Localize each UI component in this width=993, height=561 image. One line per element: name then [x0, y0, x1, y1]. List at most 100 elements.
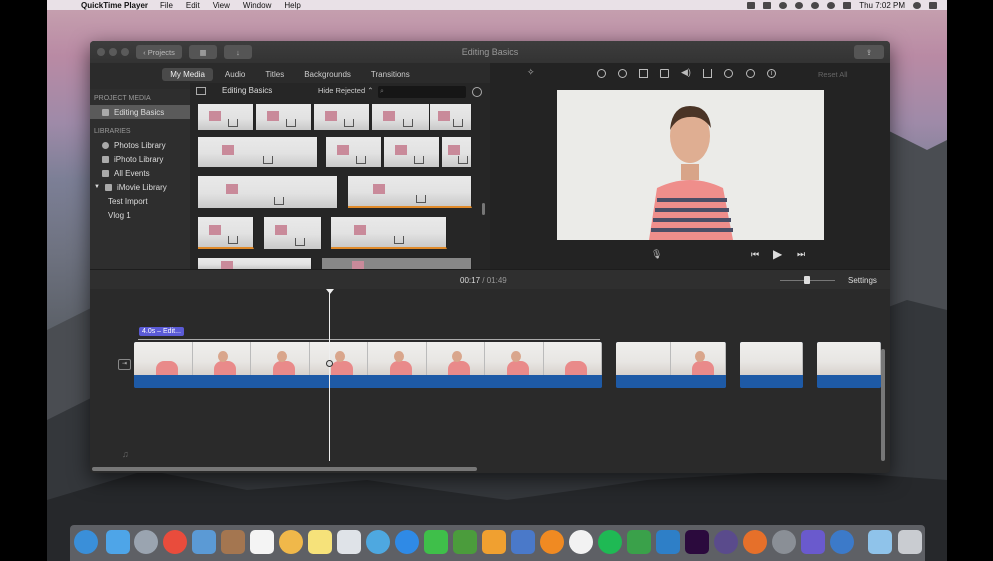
playhead[interactable]: [329, 289, 330, 461]
browser-scrollbar[interactable]: [482, 203, 485, 215]
timeline-clip[interactable]: [616, 342, 726, 388]
time-machine-icon[interactable]: [795, 1, 804, 9]
filter-dropdown[interactable]: Hide Rejected ⌃: [318, 86, 373, 95]
stabilization-icon[interactable]: [660, 69, 669, 78]
launchpad-icon[interactable]: [134, 530, 158, 554]
spotify-icon[interactable]: [598, 530, 622, 554]
timeline-clip[interactable]: [740, 342, 803, 388]
sidebar-item-editing-basics[interactable]: Editing Basics: [90, 105, 190, 119]
clip-thumbnail[interactable]: [384, 137, 440, 167]
horizontal-scrollbar[interactable]: [92, 467, 477, 471]
playhead-handle[interactable]: [326, 289, 334, 294]
info-icon[interactable]: i: [767, 69, 776, 78]
tab-my-media[interactable]: My Media: [162, 67, 213, 81]
trash-icon[interactable]: [898, 530, 922, 554]
menu-file[interactable]: File: [160, 1, 173, 10]
keynote-icon[interactable]: [511, 530, 535, 554]
video-preview[interactable]: [557, 90, 824, 240]
preview-icon[interactable]: [192, 530, 216, 554]
spotlight-search-icon[interactable]: [913, 1, 921, 9]
app-store-icon[interactable]: [395, 530, 419, 554]
clip-thumbnail[interactable]: [326, 137, 382, 167]
clip-thumbnail[interactable]: [331, 217, 447, 249]
volume-icon[interactable]: ◀): [681, 67, 691, 77]
clip-thumbnail[interactable]: [256, 104, 312, 130]
system-preferences-icon[interactable]: [772, 530, 796, 554]
firefox-icon[interactable]: [743, 530, 767, 554]
clip-thumbnail[interactable]: [348, 176, 472, 208]
play-icon[interactable]: ▶: [773, 247, 782, 261]
battery-icon[interactable]: [843, 1, 852, 9]
share-button[interactable]: ⇪: [854, 45, 884, 59]
gear-icon[interactable]: [472, 87, 482, 97]
finder-icon[interactable]: [106, 530, 130, 554]
photos-icon[interactable]: [279, 530, 303, 554]
clip-thumbnail[interactable]: [198, 104, 254, 130]
sidebar-item-vlog-1[interactable]: Vlog 1: [90, 208, 190, 222]
bluetooth-icon[interactable]: [811, 1, 820, 9]
tab-transitions[interactable]: Transitions: [363, 68, 418, 81]
vertical-scrollbar[interactable]: [881, 349, 885, 461]
numbers-icon[interactable]: [453, 530, 477, 554]
messages-app-icon[interactable]: [366, 530, 390, 554]
contacts-icon[interactable]: [221, 530, 245, 554]
clip-thumbnail[interactable]: [198, 217, 254, 249]
magic-wand-icon[interactable]: ✧: [527, 67, 536, 77]
sidebar-item-iphoto-library[interactable]: iPhoto Library: [90, 152, 190, 166]
facetime-icon[interactable]: [424, 530, 448, 554]
word-icon[interactable]: [656, 530, 680, 554]
clip-thumbnail[interactable]: [322, 258, 472, 269]
dropbox-icon[interactable]: [747, 1, 756, 9]
tab-backgrounds[interactable]: Backgrounds: [296, 68, 359, 81]
noise-reduction-icon[interactable]: [703, 69, 712, 78]
menu-window[interactable]: Window: [243, 1, 271, 10]
clip-thumbnail[interactable]: [314, 104, 370, 130]
record-icon[interactable]: [779, 1, 788, 9]
clip-thumbnail[interactable]: [198, 137, 318, 167]
color-correction-icon[interactable]: [618, 69, 627, 78]
clip-thumbnail[interactable]: [442, 137, 472, 167]
itunes-icon[interactable]: [569, 530, 593, 554]
clip-thumbnail[interactable]: [430, 104, 472, 130]
evernote-icon[interactable]: [627, 530, 651, 554]
collapse-icon[interactable]: ⇥: [118, 359, 131, 370]
clip-thumbnail[interactable]: [372, 104, 430, 130]
pages-icon[interactable]: [482, 530, 506, 554]
chrome-icon[interactable]: [163, 530, 187, 554]
sidebar-item-imovie-library[interactable]: ▼ iMovie Library: [90, 180, 190, 194]
clip-thumbnail[interactable]: [198, 176, 338, 208]
disclosure-triangle-icon[interactable]: ▼: [94, 184, 100, 190]
ibooks-icon[interactable]: [540, 530, 564, 554]
notes-icon[interactable]: [308, 530, 332, 554]
clock[interactable]: Thu 7:02 PM: [859, 1, 905, 10]
imovie-icon[interactable]: [714, 530, 738, 554]
settings-button[interactable]: Settings: [848, 276, 877, 285]
wifi-icon[interactable]: [827, 1, 836, 9]
title-clip[interactable]: 4.0s – Edit...: [139, 327, 184, 336]
notification-center-icon[interactable]: [929, 1, 937, 9]
zoom-slider-thumb[interactable]: [804, 276, 810, 284]
menu-view[interactable]: View: [213, 1, 230, 10]
clip-thumbnail[interactable]: [198, 258, 312, 269]
sidebar-item-all-events[interactable]: All Events: [90, 166, 190, 180]
downloads-folder-icon[interactable]: [868, 530, 892, 554]
speed-icon[interactable]: [724, 69, 733, 78]
sidebar-toggle-icon[interactable]: [196, 87, 206, 95]
sidebar-item-photos-library[interactable]: Photos Library: [90, 138, 190, 152]
sidebar-item-test-import[interactable]: Test Import: [90, 194, 190, 208]
menu-edit[interactable]: Edit: [186, 1, 200, 10]
star-app-icon[interactable]: [801, 530, 825, 554]
timeline-clip[interactable]: [817, 342, 881, 388]
tab-titles[interactable]: Titles: [257, 68, 292, 81]
maps-icon[interactable]: [337, 530, 361, 554]
messages-icon[interactable]: [74, 530, 98, 554]
calendar-icon[interactable]: [250, 530, 274, 554]
crop-icon[interactable]: [639, 69, 648, 78]
search-input[interactable]: ⌕: [378, 86, 466, 98]
premiere-icon[interactable]: [685, 530, 709, 554]
tab-audio[interactable]: Audio: [217, 68, 253, 81]
mic-icon[interactable]: 🎙: [651, 249, 662, 260]
skip-back-icon[interactable]: ⏮: [751, 249, 759, 260]
reset-all-button[interactable]: Reset All: [818, 70, 848, 79]
quicktime-icon[interactable]: [830, 530, 854, 554]
